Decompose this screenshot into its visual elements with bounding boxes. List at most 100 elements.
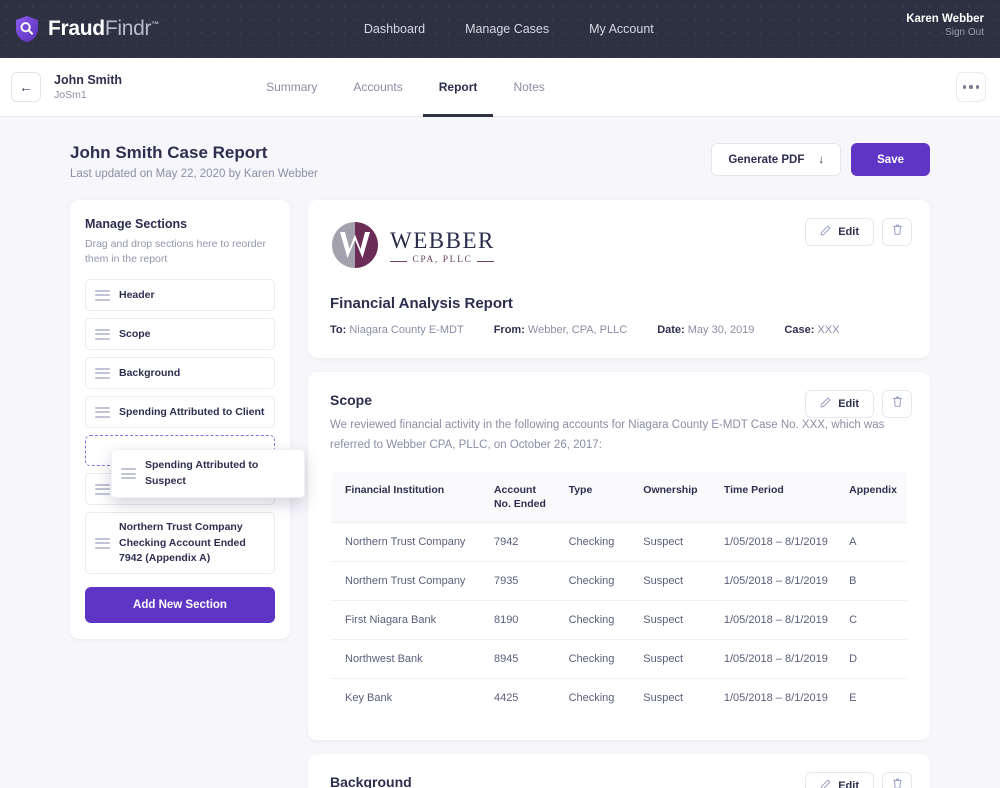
table-row: Northern Trust Company 7935 Checking Sus… [331, 561, 907, 602]
trademark-symbol: ™ [151, 20, 159, 29]
meta-date-label: Date: [657, 324, 685, 336]
generate-pdf-label: Generate PDF [728, 153, 805, 166]
rule-right [477, 260, 495, 262]
nav-item-manage-cases[interactable]: Manage Cases [465, 22, 549, 36]
app-logo[interactable]: FraudFindr™ [14, 15, 159, 43]
drag-handle-icon[interactable] [95, 365, 110, 381]
meta-from: From: Webber, CPA, PLLC [494, 324, 628, 336]
cell-institution: Key Bank [345, 692, 393, 705]
cell-appendix: E [849, 692, 857, 705]
col-time-period: Time Period [713, 472, 840, 524]
webber-logo-name: WEBBER [390, 228, 495, 254]
meta-date-value: May 30, 2019 [687, 324, 755, 336]
webber-logo-text: WEBBER CPA, PLLC [390, 229, 495, 266]
drag-handle-icon[interactable] [121, 466, 136, 482]
col-type: Type [558, 472, 634, 524]
cell-institution: First Niagara Bank [331, 600, 484, 641]
section-item-label: Northern Trust Company Checking Account … [119, 521, 246, 564]
shield-search-icon [14, 15, 40, 43]
meta-case: Case: XXX [784, 324, 839, 336]
section-item-northern-trust-appendix-a[interactable]: Northern Trust Company Checking Account … [85, 512, 275, 575]
table-row: First Niagara Bank 8190 Checking Suspect… [331, 600, 907, 641]
scope-paragraph: We reviewed financial activity in the fo… [330, 419, 885, 451]
page-title: John Smith Case Report [70, 143, 268, 162]
main-nav: Dashboard Manage Cases My Account [364, 22, 654, 36]
cell-institution: Northern Trust Company [331, 561, 484, 602]
edit-button[interactable]: Edit [805, 772, 874, 788]
meta-to-value: Niagara County E-MDT [349, 324, 464, 336]
add-new-section-button[interactable]: Add New Section [85, 587, 275, 624]
drag-handle-icon[interactable] [95, 404, 110, 420]
user-name: Karen Webber [906, 13, 984, 25]
delete-button[interactable] [882, 218, 912, 246]
section-item-label: Header [119, 288, 155, 301]
cell-type: Checking [558, 522, 634, 563]
drag-handle-icon[interactable] [95, 535, 110, 551]
edit-button[interactable]: Edit [805, 390, 874, 418]
cell-appendix: B [839, 561, 907, 602]
pencil-icon [820, 779, 831, 788]
section-item-scope[interactable]: Scope [85, 318, 275, 351]
cell-type: Checking [558, 600, 634, 641]
accounts-table-head: Financial Institution Account No. Ended … [331, 472, 907, 524]
edit-button[interactable]: Edit [805, 218, 874, 246]
section-item-background[interactable]: Background [85, 357, 275, 390]
top-navigation-bar: FraudFindr™ Dashboard Manage Cases My Ac… [0, 0, 1000, 58]
case-name: John Smith [54, 73, 123, 87]
cell-appendix: C [839, 600, 907, 641]
delete-button[interactable] [882, 390, 912, 418]
dragging-section-card[interactable]: Spending Attributed to Suspect [111, 449, 305, 498]
cell-ownership: Suspect [633, 639, 714, 680]
accounts-table-body: Northern Trust Company 7942 Checking Sus… [331, 522, 907, 717]
col-account-no-ended: Account No. Ended [483, 472, 559, 524]
dragging-section-label: Spending Attributed to Suspect [145, 459, 259, 487]
pencil-icon [820, 225, 831, 239]
trash-icon [892, 777, 903, 788]
cell-appendix: A [839, 522, 907, 563]
cell-time-period: 1/05/2018 – 8/1/2019 [713, 600, 840, 641]
section-item-header[interactable]: Header [85, 279, 275, 312]
section-tools: Edit [805, 390, 912, 418]
case-identity: John Smith JoSm1 [54, 73, 122, 101]
section-drop-placeholder[interactable]: Spending Attributed to Suspect [85, 435, 305, 498]
delete-button[interactable] [882, 772, 912, 788]
drag-handle-icon[interactable] [95, 287, 110, 303]
drag-handle-icon[interactable] [95, 481, 110, 497]
manage-sections-title: Manage Sections [85, 217, 188, 231]
section-tools: Edit [805, 218, 912, 246]
edit-label: Edit [838, 398, 859, 410]
cell-time-period: 1/05/2018 – 8/1/2019 [713, 639, 840, 680]
section-list: Header Scope Background Spending Attribu… [85, 279, 305, 575]
case-sub-header: ← John Smith JoSm1 Summary Accounts Repo… [0, 58, 1000, 117]
back-button[interactable]: ← [11, 72, 41, 102]
more-horizontal-icon[interactable] [956, 72, 986, 102]
nav-item-dashboard[interactable]: Dashboard [364, 22, 425, 36]
drag-handle-icon[interactable] [95, 326, 110, 342]
sign-out-link[interactable]: Sign Out [906, 27, 984, 38]
pencil-icon [820, 397, 831, 411]
user-menu[interactable]: Karen Webber Sign Out [906, 13, 984, 38]
nav-item-my-account[interactable]: My Account [589, 22, 654, 36]
brand-name-light: Findr [104, 17, 152, 40]
download-arrow-icon: ↓ [818, 153, 825, 166]
tab-accounts[interactable]: Accounts [353, 58, 402, 116]
tab-summary[interactable]: Summary [266, 58, 317, 116]
report-header-card: Edit WEBBER CPA, PLLC Financial Analysis… [308, 200, 930, 358]
tab-report[interactable]: Report [422, 58, 493, 117]
meta-date: Date: May 30, 2019 [657, 324, 754, 336]
page-title-row: John Smith Case Report Last updated on M… [0, 117, 1000, 180]
cell-account: 7942 [483, 522, 559, 563]
app-root: FraudFindr™ Dashboard Manage Cases My Ac… [0, 0, 1000, 788]
generate-pdf-button[interactable]: Generate PDF ↓ [711, 143, 842, 176]
cell-institution: Northern Trust Company [331, 522, 484, 563]
meta-from-label: From: [493, 324, 525, 336]
tab-notes[interactable]: Notes [513, 58, 544, 116]
brand-name: FraudFindr™ [48, 17, 159, 41]
cell-account: 7935 [483, 561, 559, 602]
save-button[interactable]: Save [851, 143, 930, 176]
cell-type: Checking [558, 639, 634, 680]
accounts-table: Financial Institution Account No. Ended … [330, 471, 908, 719]
cell-appendix: D [839, 639, 907, 680]
section-item-spending-attributed-to-client[interactable]: Spending Attributed to Client [85, 396, 275, 429]
cell-ownership: Suspect [643, 692, 684, 705]
